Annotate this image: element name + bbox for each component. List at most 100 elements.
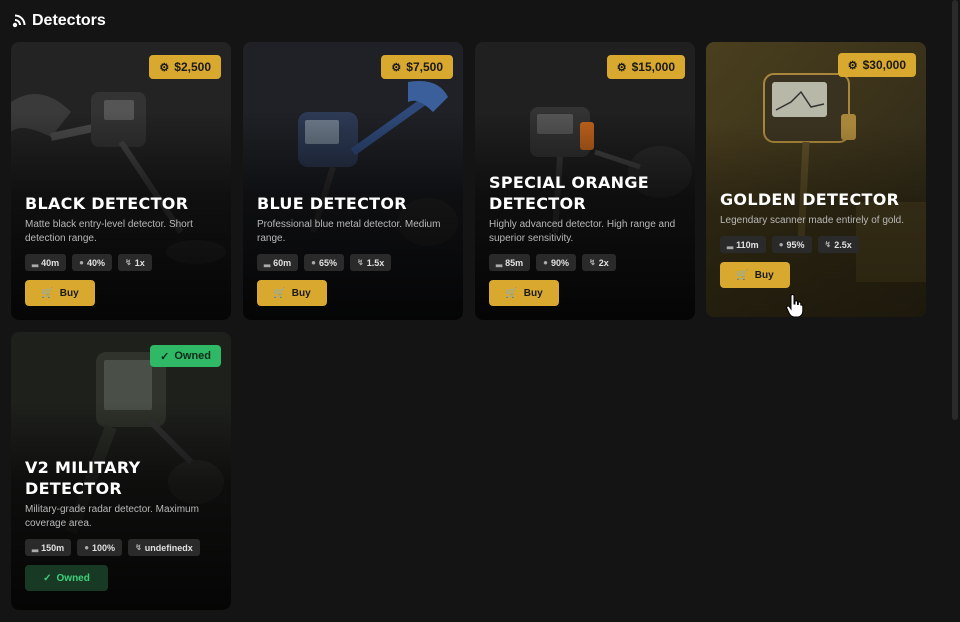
check-icon: ✓ [160, 350, 170, 363]
owned-label: Owned [56, 572, 90, 584]
bolt-icon: ↯ [135, 543, 142, 552]
accuracy-value: 95% [786, 239, 805, 250]
range-value: 110m [736, 239, 759, 250]
buy-button[interactable]: 🛒 Buy [25, 280, 95, 306]
stat-row: ▂ 110m ● 95% ↯ 2.5x [720, 236, 916, 253]
coins-icon: ⚙ [391, 61, 402, 74]
speed-value: undefinedx [144, 542, 193, 553]
price-label: $2,500 [174, 60, 211, 74]
scrollbar[interactable] [952, 0, 958, 420]
detector-card-golden: ⚙ $30,000 GOLDEN DETECTOR Legendary scan… [706, 42, 926, 317]
detector-title: V2 MILITARY DETECTOR [25, 458, 141, 498]
target-icon: ● [778, 240, 784, 249]
price-label: $30,000 [862, 58, 906, 72]
detector-description: Highly advanced detector. High range and… [489, 219, 676, 244]
detector-card-orange: ⚙ $15,000 SPECIAL ORANGE DETECTOR Highly… [475, 42, 695, 320]
price-label: $7,500 [406, 60, 443, 74]
coins-icon: ⚙ [847, 59, 858, 72]
range-value: 150m [41, 542, 65, 553]
bolt-icon: ↯ [589, 258, 596, 267]
speed-stat: ↯ 2x [582, 254, 616, 271]
detector-title: BLUE DETECTOR [257, 194, 407, 213]
detector-description: Military-grade radar detector. Maximum c… [25, 504, 199, 529]
check-icon: ✓ [43, 572, 52, 584]
accuracy-value: 100% [92, 542, 116, 553]
signal-icon: ▂ [264, 258, 271, 267]
card-info: GOLDEN DETECTOR Legendary scanner made e… [720, 189, 916, 288]
speed-stat: ↯ 2.5x [817, 236, 859, 253]
target-icon: ● [311, 258, 317, 267]
detector-title: BLACK DETECTOR [25, 194, 189, 213]
speed-value: 2x [598, 257, 609, 268]
buy-label: Buy [523, 287, 543, 299]
price-badge: ⚙ $2,500 [149, 55, 221, 79]
detector-title: GOLDEN DETECTOR [720, 190, 900, 209]
detector-card-blue: ⚙ $7,500 BLUE DETECTOR Professional blue… [243, 42, 463, 320]
detector-description: Legendary scanner made entirely of gold. [720, 215, 905, 226]
detector-grid: ⚙ $2,500 BLACK DETECTOR Matte black entr… [11, 42, 931, 612]
coins-icon: ⚙ [616, 61, 627, 74]
cart-icon: 🛒 [736, 269, 749, 281]
price-badge: ⚙ $30,000 [837, 53, 916, 77]
signal-icon: ▂ [496, 258, 503, 267]
speed-stat: ↯ 1x [118, 254, 152, 271]
stat-row: ▂ 85m ● 90% ↯ 2x [489, 254, 685, 271]
bolt-icon: ↯ [824, 240, 832, 249]
range-stat: ▂ 85m [489, 254, 531, 271]
accuracy-value: 40% [87, 257, 106, 268]
owned-badge-label: Owned [174, 350, 211, 362]
card-info: BLUE DETECTOR Professional blue metal de… [257, 193, 453, 306]
cart-icon: 🛒 [273, 287, 286, 299]
buy-label: Buy [59, 287, 79, 299]
detector-card-military: ✓ Owned V2 MILITARY DETECTOR Military-gr… [11, 332, 231, 610]
owned-button[interactable]: ✓ Owned [25, 565, 108, 591]
range-stat: ▂ 40m [25, 254, 67, 271]
signal-icon: ▂ [32, 258, 39, 267]
speed-stat: ↯ undefinedx [128, 539, 200, 556]
range-stat: ▂ 110m [720, 236, 766, 253]
accuracy-stat: ● 90% [536, 254, 577, 271]
range-stat: ▂ 60m [257, 254, 299, 271]
speed-value: 2.5x [834, 239, 852, 250]
speed-value: 1.5x [366, 257, 385, 268]
target-icon: ● [543, 258, 549, 267]
accuracy-value: 65% [319, 257, 338, 268]
bolt-icon: ↯ [125, 258, 132, 267]
price-badge: ⚙ $15,000 [606, 55, 685, 79]
range-value: 85m [505, 257, 524, 268]
cart-icon: 🛒 [505, 287, 518, 299]
page-title: Detectors [32, 12, 106, 29]
accuracy-stat: ● 95% [771, 236, 812, 253]
range-value: 60m [273, 257, 292, 268]
buy-label: Buy [291, 287, 311, 299]
speed-value: 1x [134, 257, 145, 268]
card-info: SPECIAL ORANGE DETECTOR Highly advanced … [489, 172, 685, 306]
target-icon: ● [79, 258, 85, 267]
stat-row: ▂ 150m ● 100% ↯ undefinedx [25, 539, 221, 556]
buy-button[interactable]: 🛒 Buy [720, 262, 790, 288]
buy-label: Buy [754, 269, 774, 281]
card-info: BLACK DETECTOR Matte black entry-level d… [25, 193, 221, 306]
price-badge: ⚙ $7,500 [381, 55, 453, 79]
radar-icon [12, 14, 26, 28]
bolt-icon: ↯ [357, 258, 364, 267]
detector-card-black: ⚙ $2,500 BLACK DETECTOR Matte black entr… [11, 42, 231, 320]
buy-button[interactable]: 🛒 Buy [489, 280, 559, 306]
card-info: V2 MILITARY DETECTOR Military-grade rada… [25, 457, 221, 591]
accuracy-value: 90% [551, 257, 570, 268]
range-stat: ▂ 150m [25, 539, 72, 556]
target-icon: ● [84, 543, 90, 552]
cart-icon: 🛒 [41, 287, 54, 299]
accuracy-stat: ● 40% [72, 254, 113, 271]
speed-stat: ↯ 1.5x [350, 254, 392, 271]
hand-cursor-icon [786, 294, 804, 318]
accuracy-stat: ● 65% [304, 254, 345, 271]
stat-row: ▂ 40m ● 40% ↯ 1x [25, 254, 221, 271]
owned-badge: ✓ Owned [150, 345, 221, 367]
range-value: 40m [41, 257, 60, 268]
coins-icon: ⚙ [159, 61, 170, 74]
buy-button[interactable]: 🛒 Buy [257, 280, 327, 306]
accuracy-stat: ● 100% [77, 539, 123, 556]
price-label: $15,000 [631, 60, 675, 74]
signal-icon: ▂ [32, 543, 39, 552]
